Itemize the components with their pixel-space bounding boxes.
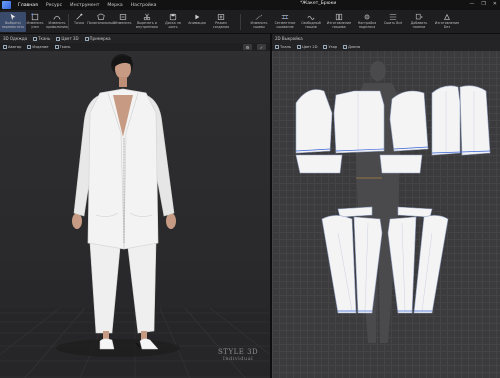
menu-measure[interactable]: Мерка xyxy=(103,3,126,8)
garment-toggle[interactable]: Изделие xyxy=(24,45,51,49)
floor-grid xyxy=(0,307,270,378)
pattern-toggle[interactable]: Узор xyxy=(320,45,340,49)
tab-fabric[interactable]: Ткань xyxy=(30,36,53,41)
color-icon xyxy=(297,45,302,49)
pattern-canvas xyxy=(295,61,491,343)
pattern-sleeve-left[interactable] xyxy=(295,89,333,154)
pattern-trouser-back-right[interactable] xyxy=(413,215,449,314)
tab-color-3d[interactable]: Цвет 3D xyxy=(53,36,81,41)
tool-animation[interactable]: Анимация xyxy=(184,12,210,32)
free-sew-icon xyxy=(307,15,315,20)
menu-resource[interactable]: Ресурс xyxy=(42,3,66,8)
tool-create-mode[interactable]: Режим создания xyxy=(208,12,234,32)
tool-edit-seam[interactable]: Изменить сшивы xyxy=(246,12,272,32)
pattern-waistband-right[interactable] xyxy=(397,206,433,218)
fabric-icon xyxy=(33,36,38,41)
tool-sew-all[interactable]: Сшить Всё xyxy=(380,12,406,32)
tool-make[interactable]: Изготовление Без xyxy=(434,12,460,32)
tool-sew-settings[interactable]: Настройка подплоса xyxy=(354,12,380,32)
tab-fitting[interactable]: Примерка xyxy=(82,36,114,41)
ribbon-toolbar: Выбрать/ переместить Изменить узел Измен… xyxy=(0,10,500,34)
menu-settings[interactable]: Настройка xyxy=(127,3,161,8)
tool-cut-inner[interactable]: Вырезать и внутреннюю xyxy=(134,12,160,32)
pattern-sleeve-right[interactable] xyxy=(389,90,429,152)
avatar-toggle[interactable]: Аватар xyxy=(0,45,24,49)
fitting-icon xyxy=(84,36,89,41)
polygon-icon xyxy=(97,13,105,20)
fabric-toggle[interactable]: Ткань xyxy=(52,45,74,49)
pattern-waistband-left[interactable] xyxy=(337,206,373,218)
document-title: *Жакет_Брюки xyxy=(300,1,337,6)
3d-viewport[interactable] xyxy=(0,43,270,378)
tool-free-sew[interactable]: Свободный пошив xyxy=(298,12,324,32)
tool-segment-sew[interactable]: Сегментное сшивание xyxy=(272,12,298,32)
sew-all-icon xyxy=(389,14,397,20)
pattern-pocket-right[interactable] xyxy=(379,154,423,174)
edit-seam-icon xyxy=(255,14,263,20)
right-panel-tabs: 2D Выкройка xyxy=(272,34,500,43)
make-sew-icon xyxy=(335,13,343,21)
menu-home[interactable]: Главная xyxy=(14,3,42,8)
tool-add-panel[interactable]: Добавить панели xyxy=(406,12,432,32)
avatar-model xyxy=(72,54,176,350)
tab-3d-garment[interactable]: 3D Одежда xyxy=(0,36,30,41)
pattern-trouser-back-left[interactable] xyxy=(321,215,357,314)
view-settings-button[interactable]: ⚙ xyxy=(243,44,252,50)
2d-pattern-viewport[interactable] xyxy=(272,43,500,378)
watermark: STYLE 3D Individual xyxy=(218,348,259,362)
menu-bar: Главная Ресурс Инструмент Мерка Настройк… xyxy=(0,0,500,10)
pattern-trouser-front-right[interactable] xyxy=(387,216,417,314)
app-logo xyxy=(2,1,11,9)
close-button[interactable]: ✕ xyxy=(493,1,497,7)
maximize-button[interactable]: ❐ xyxy=(481,1,485,7)
tab-2d-pattern[interactable]: 2D Выкройка xyxy=(272,36,306,41)
menu-tools[interactable]: Инструмент xyxy=(66,3,103,8)
left-panel-tabs: 3D Одежда Ткань Цвет 3D Примерка xyxy=(0,34,270,43)
3d-scene xyxy=(0,54,270,378)
pattern-trouser-front-left[interactable] xyxy=(353,216,383,314)
minimize-button[interactable]: — xyxy=(469,1,474,7)
color-2d-toggle[interactable]: Цвет 2D xyxy=(294,45,320,49)
edit-curve-icon xyxy=(53,15,61,20)
confirm-button[interactable]: ✓ xyxy=(257,44,266,50)
segment-sew-icon xyxy=(281,15,289,19)
select-arrow-icon xyxy=(10,13,16,21)
pattern-jacket-front-right[interactable] xyxy=(459,85,491,156)
tool-edit[interactable]: Изменить xyxy=(110,12,136,32)
create-mode-icon xyxy=(217,14,225,20)
add-panel-icon xyxy=(415,13,423,20)
pattern-pocket-left[interactable] xyxy=(295,154,343,174)
disk-icon xyxy=(169,13,177,21)
edit-icon xyxy=(119,14,127,20)
point-icon xyxy=(76,13,83,20)
cut-icon xyxy=(143,13,151,21)
animation-icon xyxy=(195,14,200,20)
tool-disk[interactable]: Диска ла шить xyxy=(160,12,186,32)
3d-view-toolbar: Аватар Изделие Ткань ⚙ ✓ xyxy=(0,43,270,51)
fabric-toggle-2d[interactable]: Ткань xyxy=(272,45,294,49)
color-icon xyxy=(56,36,61,41)
edit-node-icon xyxy=(31,13,39,21)
length-toggle[interactable]: Длина xyxy=(340,45,363,49)
tool-make-sew[interactable]: Изготовление пошива xyxy=(326,12,352,32)
make-icon xyxy=(444,13,450,20)
pattern-jacket-back[interactable] xyxy=(333,90,385,154)
garment-icon xyxy=(27,45,32,49)
pattern-icon xyxy=(323,45,328,49)
avatar-icon xyxy=(3,45,7,49)
ruler-icon xyxy=(343,45,348,49)
fabric-icon xyxy=(275,45,279,49)
settings-icon xyxy=(364,14,370,20)
2d-view-toolbar: Ткань Цвет 2D Узор Длина xyxy=(272,43,500,51)
fabric-icon xyxy=(54,45,59,49)
